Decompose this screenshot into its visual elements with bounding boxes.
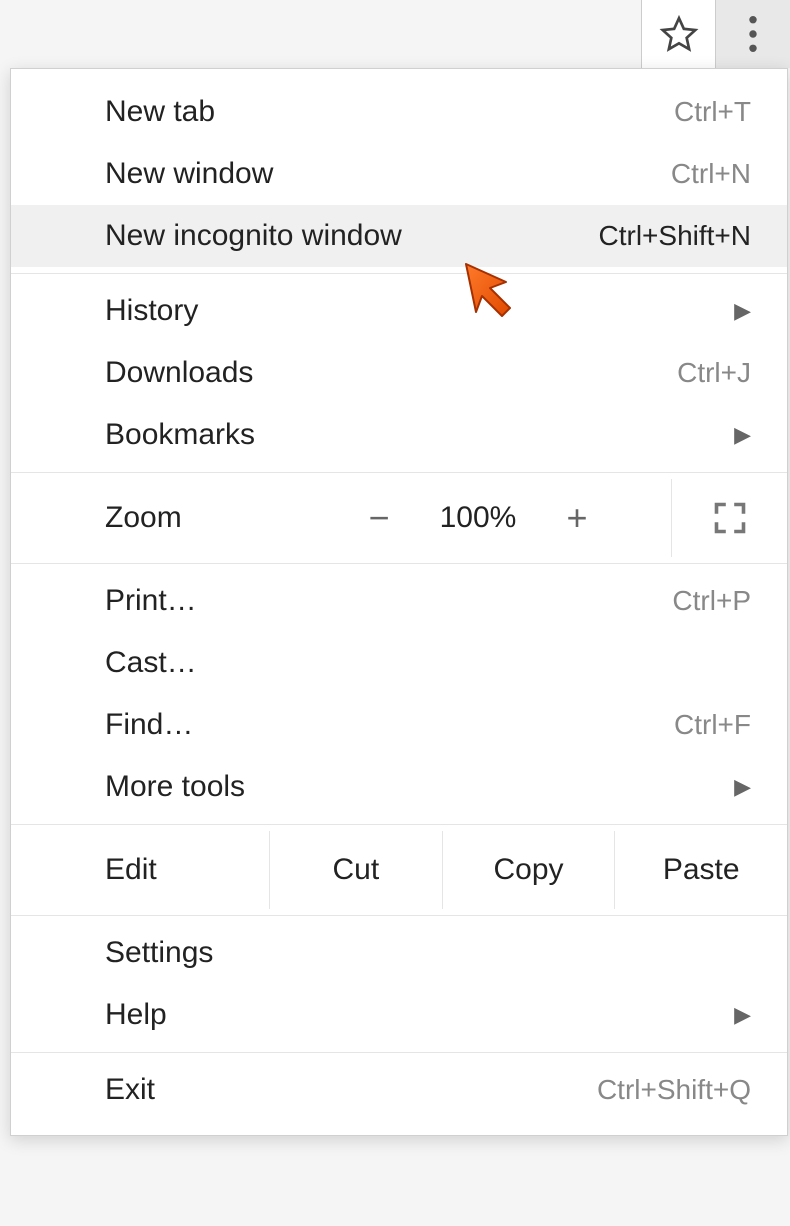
menu-item-history[interactable]: History ▶ [11, 280, 787, 342]
submenu-arrow-icon: ▶ [734, 422, 751, 448]
bookmark-star-button[interactable] [642, 0, 716, 68]
menu-label: Cast… [105, 646, 197, 680]
chrome-main-menu: New tab Ctrl+T New window Ctrl+N New inc… [10, 68, 788, 1136]
menu-item-find[interactable]: Find… Ctrl+F [11, 694, 787, 756]
submenu-arrow-icon: ▶ [734, 298, 751, 324]
vertical-dots-icon [748, 14, 758, 54]
menu-label: New tab [105, 95, 215, 129]
menu-label: New window [105, 157, 273, 191]
menu-item-zoom: Zoom − 100% + [11, 479, 787, 557]
menu-item-print[interactable]: Print… Ctrl+P [11, 570, 787, 632]
zoom-value: 100% [423, 501, 533, 535]
menu-item-edit: Edit Cut Copy Paste [11, 831, 787, 909]
menu-label: Help [105, 998, 167, 1032]
menu-label: Exit [105, 1073, 155, 1107]
copy-button[interactable]: Copy [442, 831, 615, 909]
menu-item-help[interactable]: Help ▶ [11, 984, 787, 1046]
browser-toolbar [641, 0, 790, 68]
submenu-arrow-icon: ▶ [734, 1002, 751, 1028]
menu-separator [11, 1052, 787, 1053]
menu-shortcut: Ctrl+N [671, 158, 751, 190]
menu-label: Bookmarks [105, 418, 255, 452]
menu-separator [11, 563, 787, 564]
zoom-out-button[interactable]: − [335, 497, 423, 539]
menu-label: Downloads [105, 356, 253, 390]
menu-label: Print… [105, 584, 197, 618]
menu-label: History [105, 294, 198, 328]
fullscreen-button[interactable] [671, 479, 787, 557]
menu-shortcut: Ctrl+Shift+N [599, 220, 752, 252]
menu-separator [11, 472, 787, 473]
menu-item-more-tools[interactable]: More tools ▶ [11, 756, 787, 818]
cut-button[interactable]: Cut [269, 831, 442, 909]
menu-shortcut: Ctrl+Shift+Q [597, 1074, 751, 1106]
menu-shortcut: Ctrl+F [674, 709, 751, 741]
menu-separator [11, 824, 787, 825]
menu-label: More tools [105, 770, 245, 804]
menu-item-new-tab[interactable]: New tab Ctrl+T [11, 81, 787, 143]
menu-shortcut: Ctrl+P [672, 585, 751, 617]
fullscreen-icon [712, 500, 748, 536]
menu-item-new-incognito-window[interactable]: New incognito window Ctrl+Shift+N [11, 205, 787, 267]
menu-label: Find… [105, 708, 193, 742]
more-menu-button[interactable] [716, 0, 790, 68]
star-icon [659, 14, 699, 54]
menu-label: New incognito window [105, 219, 402, 253]
zoom-label: Zoom [105, 501, 335, 535]
paste-button[interactable]: Paste [614, 831, 787, 909]
submenu-arrow-icon: ▶ [734, 774, 751, 800]
menu-separator [11, 273, 787, 274]
menu-label: Settings [105, 936, 213, 970]
menu-separator [11, 915, 787, 916]
edit-label: Edit [105, 831, 269, 909]
menu-shortcut: Ctrl+J [677, 357, 751, 389]
menu-item-bookmarks[interactable]: Bookmarks ▶ [11, 404, 787, 466]
menu-item-downloads[interactable]: Downloads Ctrl+J [11, 342, 787, 404]
zoom-in-button[interactable]: + [533, 497, 621, 539]
menu-item-new-window[interactable]: New window Ctrl+N [11, 143, 787, 205]
menu-item-settings[interactable]: Settings [11, 922, 787, 984]
menu-shortcut: Ctrl+T [674, 96, 751, 128]
menu-item-exit[interactable]: Exit Ctrl+Shift+Q [11, 1059, 787, 1121]
menu-item-cast[interactable]: Cast… [11, 632, 787, 694]
